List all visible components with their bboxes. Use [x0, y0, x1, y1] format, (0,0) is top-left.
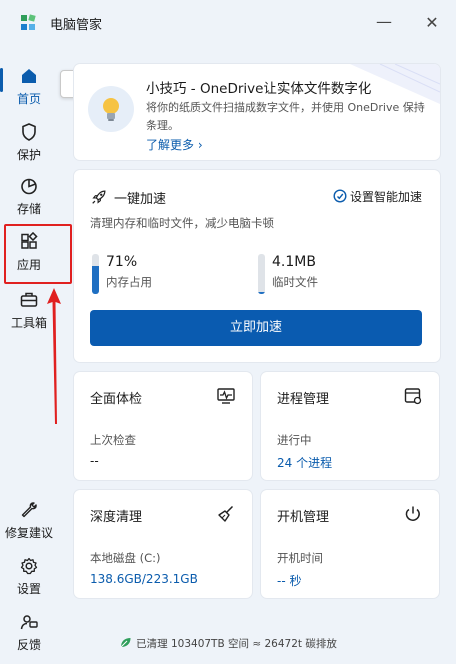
wrench-icon: [21, 502, 37, 518]
temp-files-meter: [258, 254, 265, 294]
broom-icon: [218, 505, 234, 522]
sidebar-item-home[interactable]: 首页: [0, 66, 58, 107]
sidebar-item-label: 设置: [16, 582, 41, 596]
tile-value: --: [90, 454, 99, 468]
gear-icon: [20, 557, 38, 575]
home-icon: [22, 69, 36, 83]
annotation-highlight-box: [4, 224, 72, 284]
tile-title: 开机管理: [277, 510, 330, 525]
decorative-pattern-icon: [350, 64, 440, 104]
tile-label: 本地磁盘 (C:): [90, 551, 161, 565]
window-settings-icon: [404, 388, 422, 405]
tile-title: 全面体检: [90, 392, 143, 407]
sidebar-item-label: 保护: [16, 148, 41, 162]
app-title: 电脑管家: [50, 18, 103, 33]
rocket-icon: [92, 190, 106, 204]
learn-more-link[interactable]: 了解更多 ›: [146, 136, 203, 153]
sidebar-item-protect[interactable]: 保护: [0, 122, 58, 163]
tip-title: 小技巧 - OneDrive让实体文件数字化: [146, 81, 372, 97]
process-management-tile[interactable]: 进程管理 进行中 24 个进程: [261, 372, 439, 480]
memory-label: 内存占用: [106, 275, 152, 289]
sidebar-item-label: 存储: [16, 202, 41, 216]
sidebar-item-settings[interactable]: 设置: [0, 556, 58, 597]
monitor-pulse-icon: [217, 388, 235, 404]
speedup-description: 清理内存和临时文件，减少电脑卡顿: [90, 216, 274, 230]
smart-speedup-label: 设置智能加速: [349, 190, 422, 204]
temp-files-value: 4.1MB: [272, 254, 316, 270]
lightbulb-icon: [88, 86, 134, 132]
memory-value: 71%: [106, 254, 138, 270]
deep-clean-tile[interactable]: 深度清理 本地磁盘 (C:) 138.6GB/223.1GB: [74, 490, 252, 598]
shield-icon: [22, 123, 36, 141]
tile-value[interactable]: 24 个进程: [277, 454, 332, 471]
smart-gear-icon: [333, 189, 347, 203]
power-icon: [405, 506, 420, 521]
tip-description: 将你的纸质文件扫描成数字文件，并使用 OneDrive 保持条理。: [146, 101, 425, 132]
annotation-arrow: [47, 288, 61, 424]
speedup-card: 一键加速 设置智能加速 清理内存和临时文件，减少电脑卡顿 71% 内存占用 4.…: [74, 170, 440, 362]
title-bar: 电脑管家 — ✕: [0, 0, 456, 46]
tip-card[interactable]: 小技巧 - OneDrive让实体文件数字化 将你的纸质文件扫描成数字文件，并使…: [74, 64, 440, 160]
feedback-icon: [20, 615, 38, 630]
footer-status: 已清理 103407TB 空间 ≈ 26472t 碳排放: [0, 636, 456, 651]
tile-title: 深度清理: [90, 510, 143, 525]
tile-label: 进行中: [277, 433, 312, 447]
sidebar-item-fix[interactable]: 修复建议: [0, 500, 58, 541]
footer-text: 已清理 103407TB 空间 ≈ 26472t 碳排放: [136, 638, 337, 650]
memory-meter: [92, 254, 99, 294]
toolbox-icon: [20, 292, 38, 307]
tile-label: 开机时间: [277, 551, 323, 565]
close-button[interactable]: ✕: [420, 12, 444, 34]
accelerate-now-button[interactable]: 立即加速: [90, 310, 422, 346]
sidebar-item-storage[interactable]: 存储: [0, 176, 58, 217]
leaf-icon: [120, 638, 131, 648]
app-logo-icon: [21, 14, 36, 30]
startup-management-tile[interactable]: 开机管理 开机时间 -- 秒: [261, 490, 439, 598]
sidebar-item-label: 首页: [16, 92, 41, 106]
tile-title: 进程管理: [277, 392, 330, 407]
sidebar-item-label: 修复建议: [4, 526, 53, 540]
tile-value: -- 秒: [277, 574, 302, 588]
temp-files-label: 临时文件: [272, 275, 318, 289]
minimize-button[interactable]: —: [372, 12, 396, 34]
tile-value: 138.6GB/223.1GB: [90, 572, 198, 586]
speedup-title: 一键加速: [114, 192, 167, 207]
tile-label: 上次检查: [90, 433, 136, 447]
full-checkup-tile[interactable]: 全面体检 上次检查 --: [74, 372, 252, 480]
smart-speedup-settings-link[interactable]: 设置智能加速: [333, 188, 422, 205]
pie-chart-icon: [21, 178, 37, 195]
